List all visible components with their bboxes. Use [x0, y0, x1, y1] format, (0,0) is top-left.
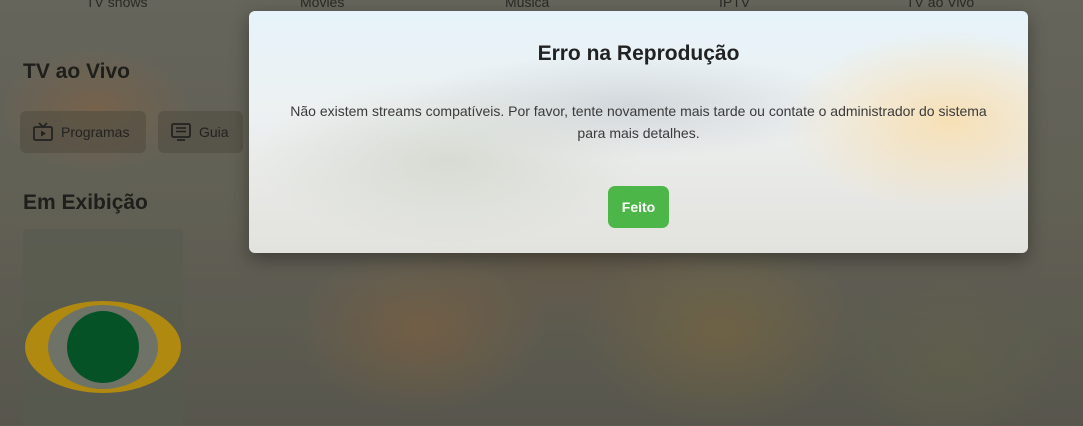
dialog-title: Erro na Reprodução — [537, 42, 740, 65]
dialog-message: Não existem streams compatíveis. Por fav… — [290, 103, 987, 141]
done-button[interactable]: Feito — [608, 186, 669, 228]
error-dialog: Erro na Reprodução Não existem streams c… — [249, 11, 1028, 253]
